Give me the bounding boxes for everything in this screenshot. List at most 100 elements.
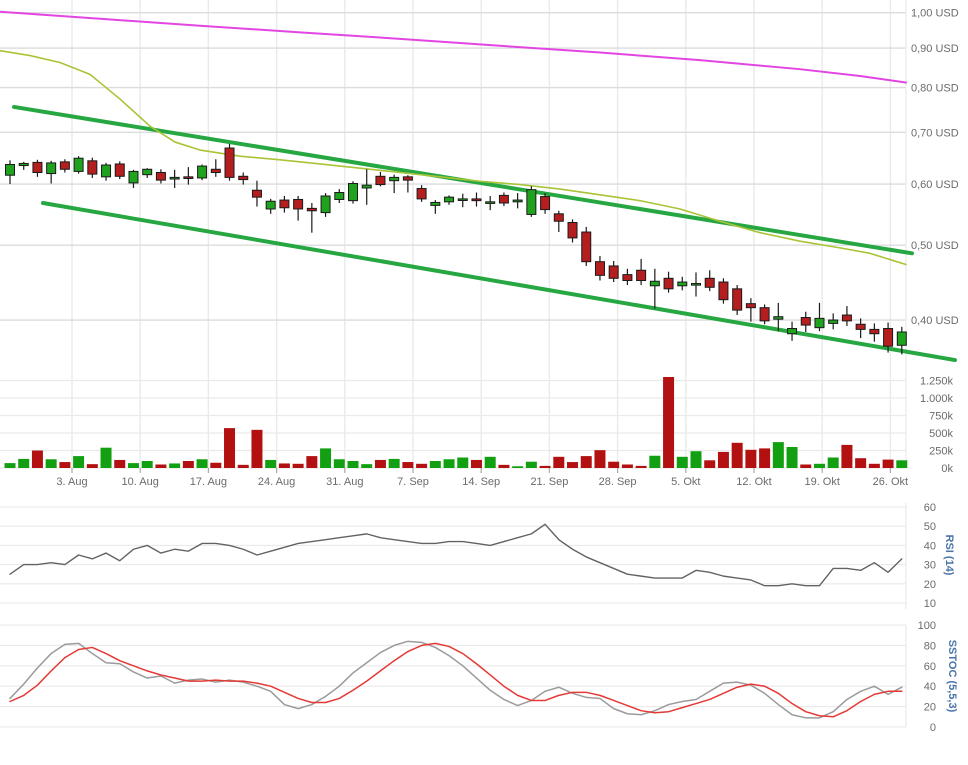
volume-bar (622, 465, 633, 469)
candle (184, 167, 193, 184)
stock-chart-panel: 3. Aug10. Aug17. Aug24. Aug31. Aug7. Sep… (0, 0, 968, 765)
moving-averages (0, 12, 906, 265)
volume-tick-label: 250k (929, 446, 953, 458)
candle (417, 185, 426, 202)
price-tick-label: 0,90 USD (911, 43, 959, 55)
volume-bar (526, 462, 537, 468)
volume-bar (512, 466, 523, 468)
candle (335, 189, 344, 203)
volume-bar (814, 464, 825, 468)
volume-bar (73, 456, 84, 468)
date-axis: 3. Aug10. Aug17. Aug24. Aug31. Aug7. Sep… (56, 468, 908, 488)
rsi-tick-label: 50 (924, 521, 936, 533)
volume-tick-label: 1.000k (920, 393, 954, 405)
volume-tick-label: 750k (929, 411, 953, 423)
grid-layer (0, 0, 906, 727)
volume-bar (197, 459, 208, 468)
candle (60, 159, 69, 172)
trend-channel-lower-line (43, 203, 955, 360)
volume-bar (444, 459, 455, 468)
volume-bar (114, 460, 125, 468)
volume-bar (361, 464, 372, 468)
volume-bar (828, 458, 839, 469)
volume-bar (169, 463, 180, 468)
sma-slow-line (0, 12, 906, 83)
rsi-tick-label: 40 (924, 540, 936, 552)
sstoc-tick-label: 0 (930, 722, 936, 734)
volume-bar (375, 460, 386, 468)
date-tick-label: 7. Sep (397, 476, 429, 488)
volume-bar (402, 462, 413, 468)
volume-bar (279, 463, 290, 468)
date-tick-label: 21. Sep (530, 476, 568, 488)
date-tick-label: 28. Sep (599, 476, 637, 488)
volume-tick-label: 500k (929, 428, 953, 440)
price-tick-label: 0,50 USD (911, 240, 959, 252)
date-tick-label: 26. Okt (873, 476, 908, 488)
rsi-tick-label: 10 (924, 598, 936, 610)
date-tick-label: 19. Okt (804, 476, 839, 488)
candle (445, 195, 454, 204)
rsi-tick-label: 20 (924, 579, 936, 591)
candle (349, 181, 358, 203)
candle (156, 169, 165, 183)
candle (239, 172, 248, 184)
volume-bar (841, 445, 852, 468)
candle (376, 172, 385, 186)
volume-tick-label: 1.250k (920, 376, 954, 388)
sstoc-tick-label: 40 (924, 681, 936, 693)
candle (554, 211, 563, 232)
candle (705, 270, 714, 291)
rsi-line (10, 524, 902, 585)
volume-bar (718, 452, 729, 468)
candle (788, 322, 797, 341)
candle (801, 312, 810, 332)
candle (88, 158, 97, 178)
candle (856, 318, 865, 338)
rsi-pane: 605040302010RSI (14) (10, 502, 955, 610)
date-tick-label: 17. Aug (190, 476, 227, 488)
volume-bar (18, 459, 29, 468)
candle (595, 256, 604, 280)
volume-bar (348, 461, 359, 468)
volume-bar (636, 466, 647, 468)
volume-bar (704, 460, 715, 468)
date-tick-label: 31. Aug (326, 476, 363, 488)
volume-bar (183, 461, 194, 468)
rsi-tick-label: 30 (924, 560, 936, 572)
volume-bar (155, 465, 166, 469)
candle (170, 170, 179, 188)
candle (294, 196, 303, 221)
candle (74, 156, 83, 173)
volume-bar (334, 459, 345, 468)
date-tick-label: 10. Aug (122, 476, 159, 488)
candle (321, 193, 330, 217)
volume-bar (471, 460, 482, 468)
volume-bar (581, 456, 592, 468)
volume-bar (759, 448, 770, 468)
volume-bar (553, 457, 564, 468)
volume-bar (663, 377, 674, 468)
volume-bar (800, 465, 811, 469)
volume-bar (265, 460, 276, 468)
candle (129, 170, 138, 188)
candle (513, 193, 522, 208)
candle (733, 285, 742, 315)
sstoc-pane: 100806040200SSTOC (5,5,3) (10, 620, 958, 734)
volume-bar (869, 464, 880, 468)
sma-fast-line (0, 51, 906, 265)
candle (362, 169, 371, 205)
rsi-tick-label: 60 (924, 502, 936, 514)
sstoc-tick-label: 80 (924, 640, 936, 652)
volume-bar (46, 459, 57, 468)
date-tick-label: 12. Okt (736, 476, 771, 488)
candle (719, 278, 728, 303)
volume-bar (306, 456, 317, 468)
volume-bar (251, 430, 262, 468)
candle (33, 160, 42, 177)
candle (486, 196, 495, 210)
volume-bar (732, 443, 743, 468)
volume-bar (389, 459, 400, 468)
candle (842, 306, 851, 326)
volume-bar (745, 450, 756, 468)
